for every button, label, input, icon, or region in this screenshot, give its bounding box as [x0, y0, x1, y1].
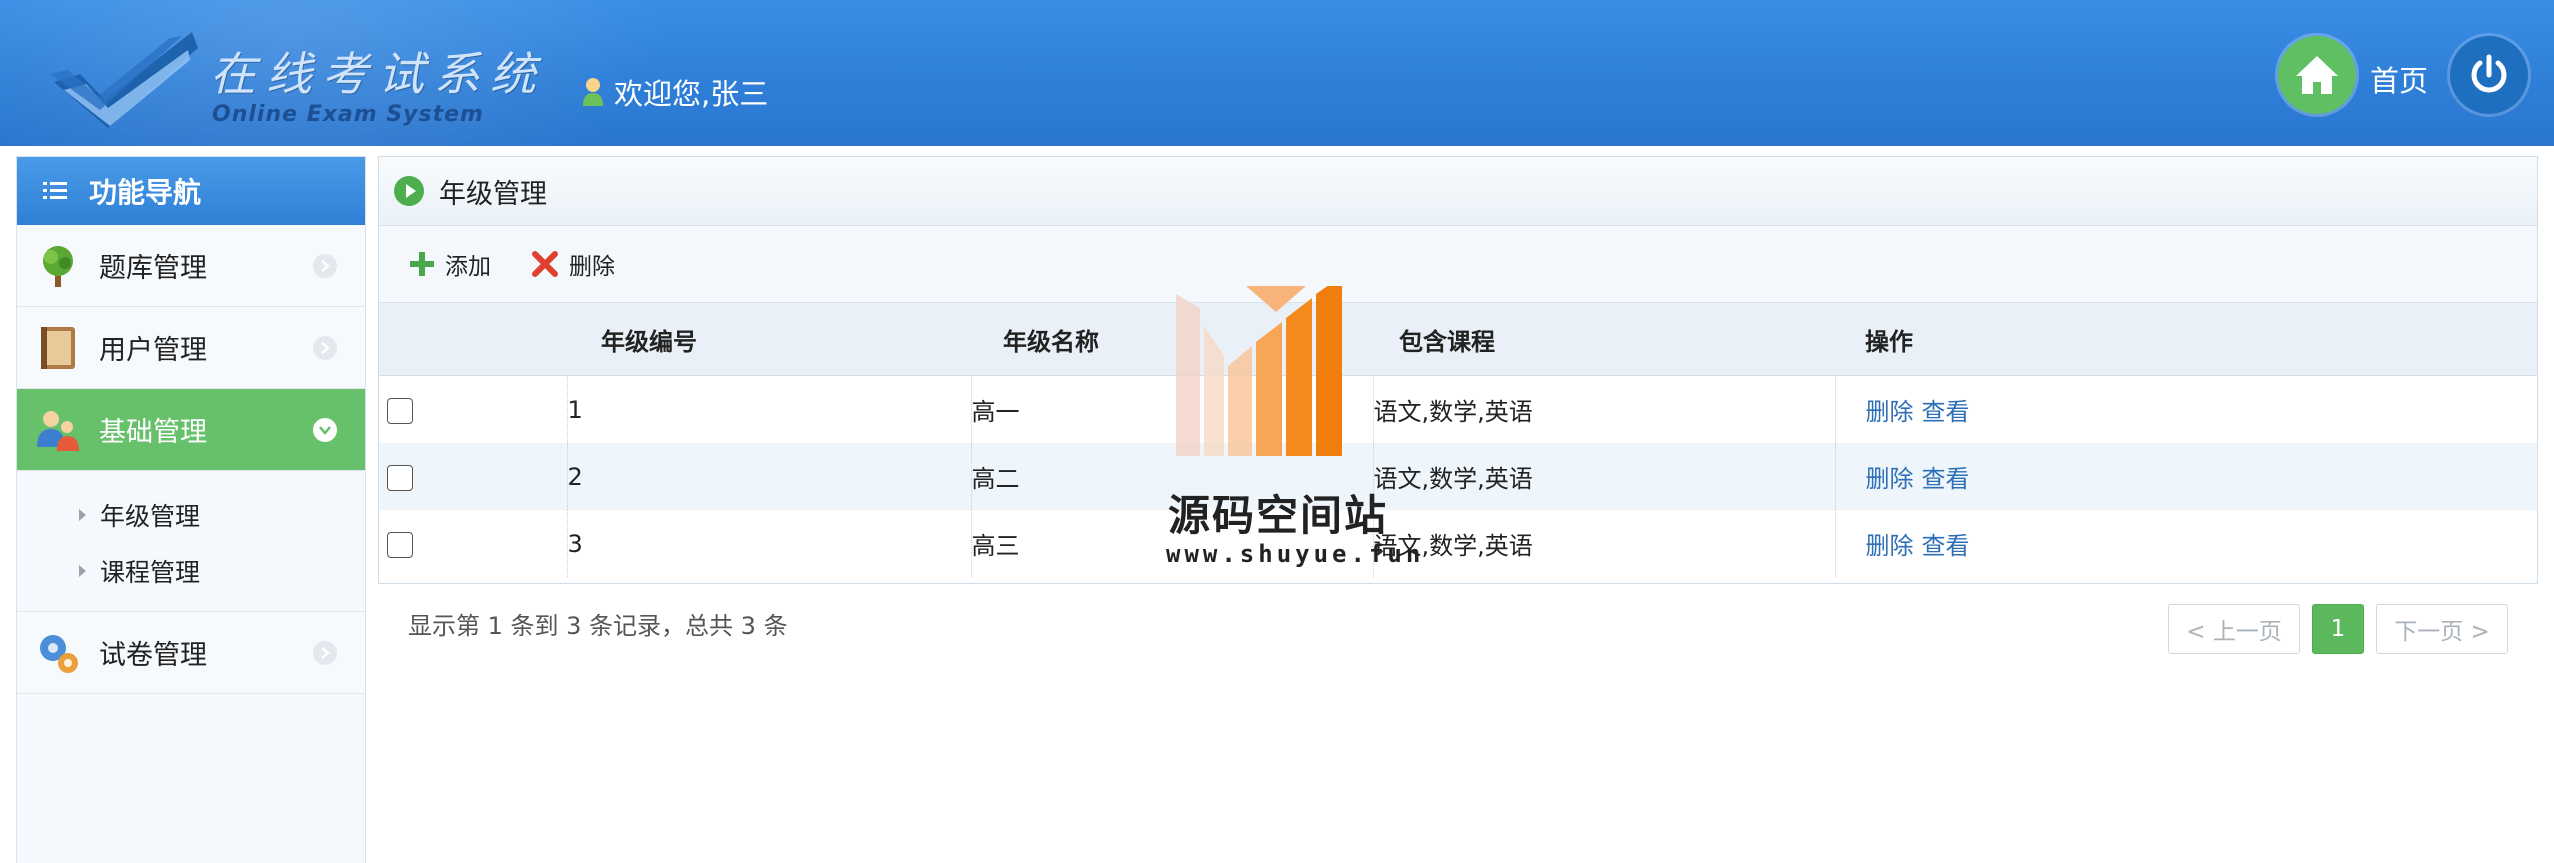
prev-page-button[interactable]: < 上一页 — [2168, 604, 2300, 654]
toolbar: 添加 删除 — [379, 226, 2537, 303]
column-header[interactable]: 包含课程 — [1373, 303, 1835, 376]
home-button[interactable] — [2278, 36, 2356, 114]
chevron-down-icon — [313, 418, 337, 442]
logo-title-en: Online Exam System — [212, 102, 484, 127]
column-header[interactable]: 操作 — [1835, 303, 2537, 376]
row-checkbox[interactable] — [387, 464, 413, 491]
sidebar-item-label: 题库管理 — [99, 253, 207, 284]
welcome-text: 欢迎您,张三 — [614, 77, 769, 111]
subitem-label: 课程管理 — [100, 558, 201, 587]
tree-icon — [33, 241, 83, 291]
sidebar-item-papers[interactable]: 试卷管理 — [17, 612, 365, 694]
row-checkbox[interactable] — [387, 531, 413, 558]
sidebar-item-label: 用户管理 — [99, 335, 207, 366]
grade-panel: 年级管理 添加 删除 年级编号 年级名称 包含课程 操作 1 高一 语文,数学,… — [378, 156, 2538, 584]
row-delete-link[interactable]: 删除 — [1866, 398, 1914, 426]
caret-right-icon — [79, 509, 86, 521]
sidebar-item-label: 试卷管理 — [99, 640, 207, 671]
delete-label: 删除 — [569, 254, 615, 280]
sidebar-subitem-grade[interactable]: 年级管理 — [17, 487, 365, 543]
chevron-right-icon — [313, 254, 337, 278]
row-actions: 删除 查看 — [1835, 376, 2537, 444]
logo-title-cn: 在线考试系统 — [210, 47, 546, 101]
close-icon — [532, 251, 558, 277]
sidebar-subitem-course[interactable]: 课程管理 — [17, 543, 365, 599]
home-icon — [2296, 56, 2338, 94]
grade-courses: 语文,数学,英语 — [1373, 510, 1836, 577]
sidebar-item-label: 基础管理 — [99, 417, 207, 448]
users-icon — [33, 405, 83, 455]
watermark-url: www.shuyue.fun — [1166, 540, 1425, 568]
page-1-button[interactable]: 1 — [2312, 604, 2364, 654]
column-header[interactable]: 年级名称 — [971, 303, 1373, 376]
row-checkbox[interactable] — [387, 397, 413, 424]
grade-name: 高一 — [971, 375, 1374, 443]
delete-button[interactable]: 删除 — [531, 247, 615, 281]
table-row[interactable]: 3 高三 语文,数学,英语 删除 查看 — [379, 510, 2537, 577]
play-circle-icon — [394, 176, 424, 206]
top-header: 在线考试系统 Online Exam System 欢迎您,张三 首页 — [0, 0, 2554, 146]
table-header-row: 年级编号 年级名称 包含课程 操作 — [379, 303, 2537, 376]
caret-right-icon — [79, 565, 86, 577]
grade-courses: 语文,数学,英语 — [1373, 375, 1836, 443]
sidebar-title: 功能导航 — [89, 176, 202, 209]
plus-icon — [410, 252, 434, 276]
panel-header: 年级管理 — [379, 157, 2537, 226]
watermark-title: 源码空间站 — [1168, 491, 1389, 540]
subitem-label: 年级管理 — [100, 502, 201, 531]
grade-id: 1 — [567, 375, 972, 443]
sidebar-item-basic[interactable]: 基础管理 — [17, 389, 365, 471]
table-row[interactable]: 2 高二 语文,数学,英语 删除 查看 — [379, 443, 2537, 510]
row-view-link[interactable]: 查看 — [1922, 465, 1970, 493]
row-view-link[interactable]: 查看 — [1922, 532, 1970, 560]
sidebar-submenu: 年级管理 课程管理 — [17, 471, 365, 612]
panel-title: 年级管理 — [439, 178, 547, 210]
sidebar-header: 功能导航 — [17, 157, 365, 225]
row-delete-link[interactable]: 删除 — [1866, 532, 1914, 560]
chevron-right-icon — [313, 336, 337, 360]
chevron-right-icon — [313, 641, 337, 665]
grade-table: 年级编号 年级名称 包含课程 操作 1 高一 语文,数学,英语 删除 查看 2 高… — [379, 303, 2537, 577]
sidebar: 功能导航 题库管理 用户管理 基础管理 年级管理 课程管理 试卷管理 — [16, 156, 366, 863]
row-delete-link[interactable]: 删除 — [1866, 465, 1914, 493]
logo-check-icon — [50, 32, 198, 128]
add-label: 添加 — [445, 254, 491, 280]
grade-id: 3 — [567, 510, 972, 577]
grade-courses: 语文,数学,英语 — [1373, 443, 1836, 510]
row-actions: 删除 查看 — [1835, 510, 2537, 577]
pagination-summary: 显示第 1 条到 3 条记录，总共 3 条 — [408, 612, 788, 640]
sidebar-item-users[interactable]: 用户管理 — [17, 307, 365, 389]
sidebar-item-question-bank[interactable]: 题库管理 — [17, 225, 365, 307]
table-row[interactable]: 1 高一 语文,数学,英语 删除 查看 — [379, 375, 2537, 444]
column-header[interactable]: 年级编号 — [567, 303, 971, 376]
grade-id: 2 — [567, 443, 972, 510]
home-link[interactable]: 首页 — [2370, 58, 2428, 100]
header-checkbox-cell — [379, 303, 567, 376]
user-icon — [582, 77, 604, 107]
next-page-button[interactable]: 下一页 > — [2376, 604, 2508, 654]
gears-icon — [33, 628, 83, 678]
power-icon — [2471, 54, 2507, 93]
add-button[interactable]: 添加 — [409, 247, 491, 281]
row-view-link[interactable]: 查看 — [1922, 398, 1970, 426]
logout-button[interactable] — [2450, 36, 2528, 114]
list-icon — [43, 182, 67, 199]
welcome-area: 欢迎您,张三 — [582, 72, 768, 112]
book-icon — [33, 323, 83, 373]
row-actions: 删除 查看 — [1835, 443, 2537, 510]
